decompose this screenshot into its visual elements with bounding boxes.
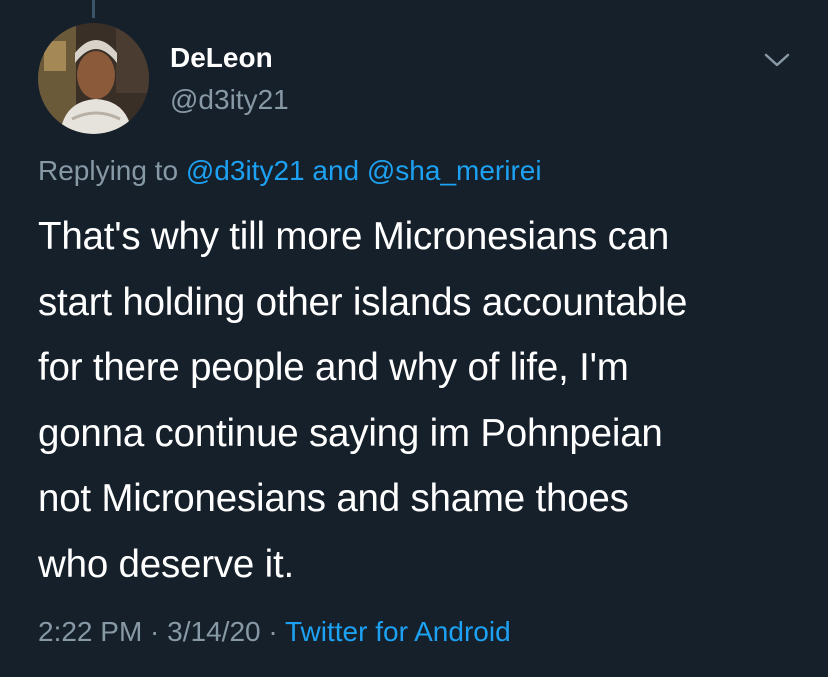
meta-separator: · (260, 616, 285, 647)
tweet-source-link[interactable]: Twitter for Android (285, 616, 511, 647)
replying-joiner: and (304, 155, 367, 186)
meta-separator: · (142, 616, 168, 647)
mention-link[interactable]: @sha_merirei (367, 155, 542, 186)
tweet-body-line: That's why till more Micronesians can (38, 215, 670, 258)
tweet-body: That's why till more Micronesians can st… (38, 204, 808, 597)
tweet-body-line: who deserve it. (38, 542, 294, 586)
chevron-down-icon[interactable] (762, 50, 792, 70)
tweet-body-line: start holding other islands accountable (38, 280, 688, 324)
tweet-body-line: for there people and why of life, I'm (38, 346, 629, 389)
tweet-metadata: 2:22 PM · 3/14/20 · Twitter for Android (38, 616, 511, 648)
display-name[interactable]: DeLeon (170, 42, 273, 74)
thread-connector-line (92, 0, 95, 18)
tweet-time[interactable]: 2:22 PM (38, 616, 142, 647)
replying-to-line: Replying to @d3ity21 and @sha_merirei (38, 155, 542, 187)
replying-prefix: Replying to (38, 155, 186, 186)
tweet-body-line: not Micronesians and shame thoes (38, 477, 629, 520)
tweet-body-line: gonna continue saying im Pohnpeian (38, 411, 663, 455)
user-handle[interactable]: @d3ity21 (170, 84, 289, 116)
tweet-date[interactable]: 3/14/20 (167, 616, 260, 647)
mention-link[interactable]: @d3ity21 (186, 155, 305, 186)
avatar-image (38, 23, 149, 134)
avatar[interactable] (38, 23, 149, 134)
